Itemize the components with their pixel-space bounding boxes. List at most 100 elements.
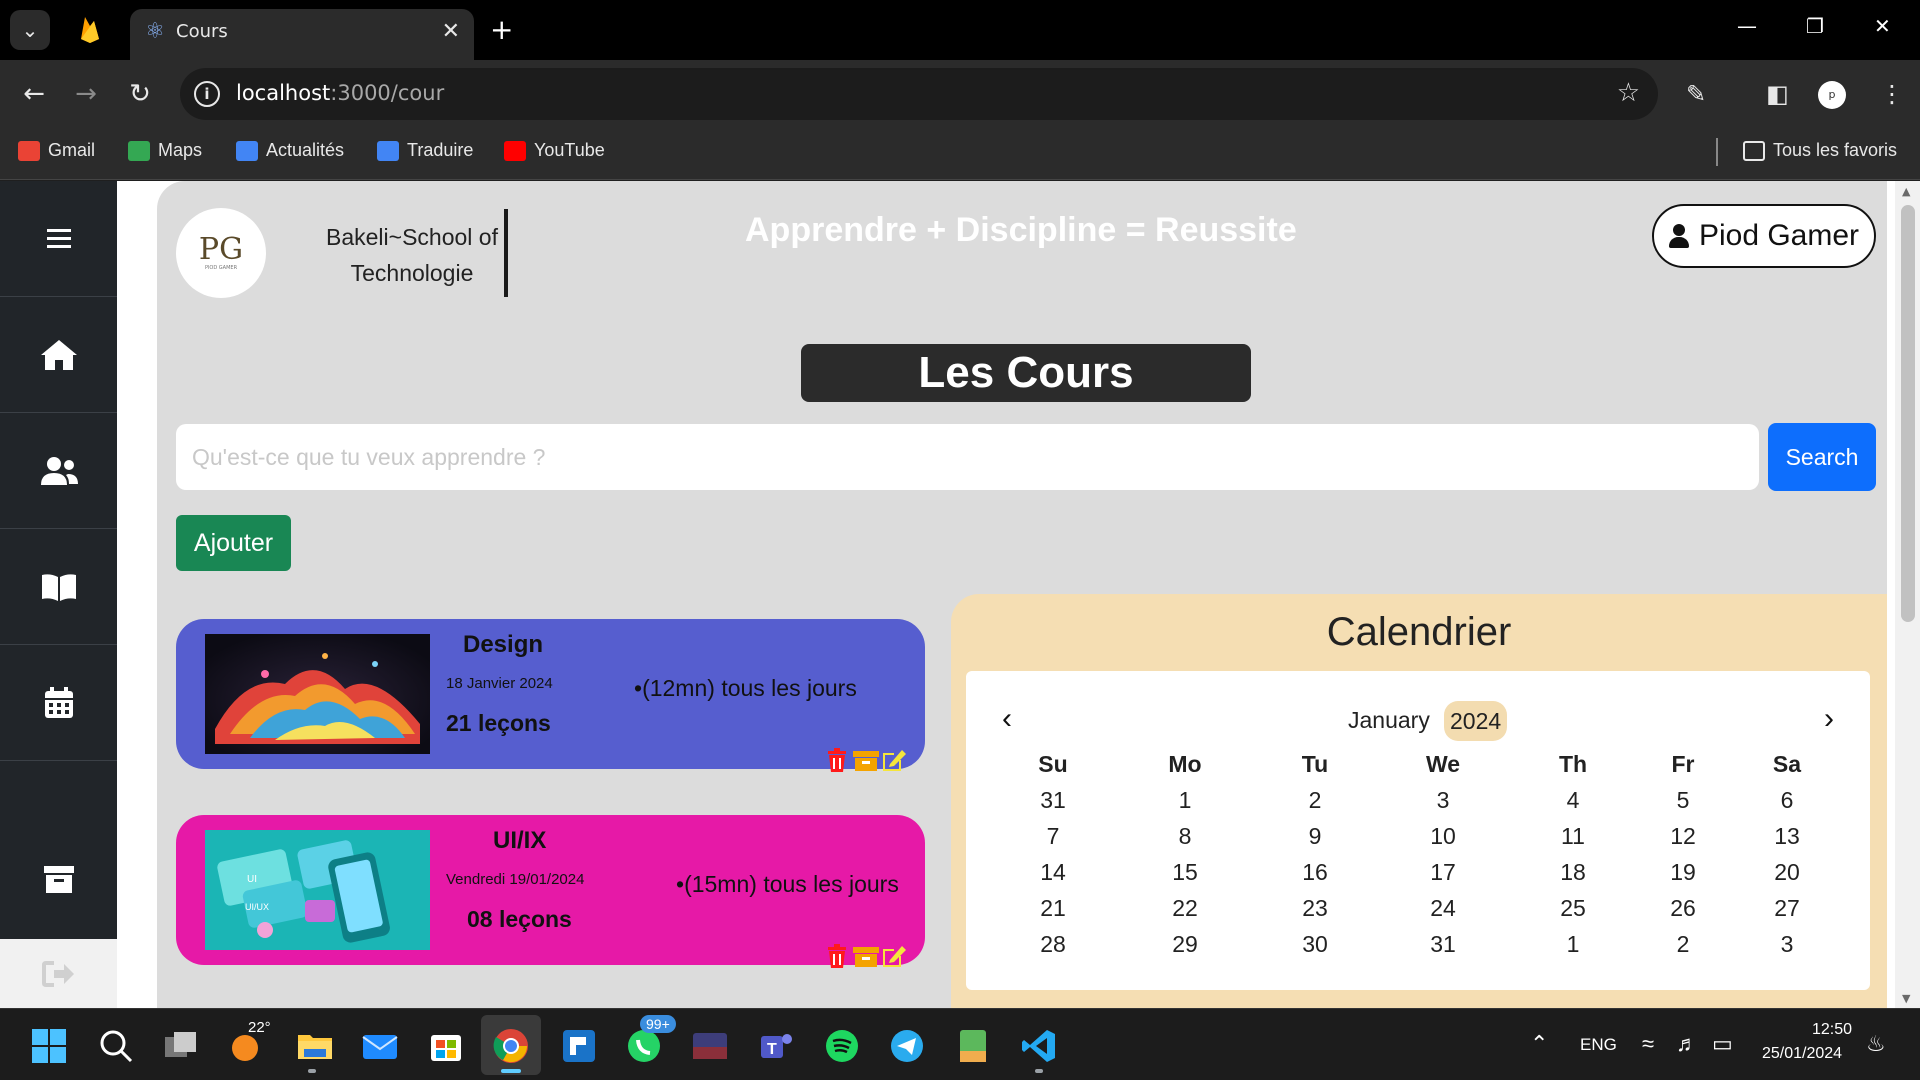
archive-box-icon[interactable] (852, 747, 879, 773)
search-input[interactable] (176, 424, 1759, 490)
calendar-year[interactable]: 2024 (1444, 701, 1508, 741)
more-menu-icon[interactable]: ⋮ (1880, 77, 1904, 111)
show-hidden-icons-icon[interactable]: ⌃ (1530, 1031, 1548, 1057)
calendar-day[interactable]: 12 (1643, 823, 1723, 850)
clock-time[interactable]: 12:50 (1812, 1021, 1852, 1039)
chrome-icon[interactable] (492, 1027, 530, 1065)
calendar-day[interactable]: 20 (1747, 859, 1827, 886)
course-card-uiix[interactable]: UI UI/UX UI/IX Vendredi 19/01/2024 08 le… (176, 815, 925, 968)
teams-icon[interactable]: T (757, 1027, 795, 1065)
calendar-day[interactable]: 4 (1533, 787, 1613, 814)
start-icon[interactable] (30, 1027, 68, 1065)
calendar-day[interactable]: 13 (1747, 823, 1827, 850)
calendar-day[interactable]: 16 (1275, 859, 1355, 886)
task-view-icon[interactable] (162, 1027, 200, 1065)
calendar-month[interactable]: January (1348, 707, 1430, 734)
calendar-day[interactable]: 25 (1533, 895, 1613, 922)
input-language[interactable]: ENG (1580, 1035, 1617, 1055)
calendar-day[interactable]: 2 (1643, 931, 1723, 958)
sidebar-item-menu[interactable] (0, 181, 117, 297)
search-button[interactable]: Search (1768, 423, 1876, 491)
calendar-day[interactable]: 23 (1275, 895, 1355, 922)
bookmark-star-icon[interactable]: ☆ (1617, 78, 1640, 108)
calendar-day[interactable]: 7 (1013, 823, 1093, 850)
calendar-day[interactable]: 10 (1403, 823, 1483, 850)
spotify-icon[interactable] (823, 1027, 861, 1065)
bookmark-actualites[interactable]: Actualités (236, 140, 344, 161)
calendar-day[interactable]: 18 (1533, 859, 1613, 886)
calendar-day[interactable]: 24 (1403, 895, 1483, 922)
file-explorer-icon[interactable] (296, 1027, 334, 1065)
tab-search-button[interactable]: ⌄ (10, 10, 50, 50)
calendar-day[interactable]: 31 (1013, 787, 1093, 814)
all-bookmarks-folder[interactable]: Tous les favoris (1743, 140, 1897, 161)
sidebar-item-logout[interactable] (0, 939, 117, 1008)
scrollbar-thumb[interactable] (1901, 205, 1915, 622)
telegram-icon[interactable] (888, 1027, 926, 1065)
archive-box-icon[interactable] (852, 943, 879, 969)
profile-avatar[interactable]: p (1818, 81, 1846, 109)
extensions-icon[interactable]: ✎ (1686, 77, 1706, 111)
previous-month-icon[interactable]: ‹ (992, 704, 1022, 735)
back-arrow-icon[interactable]: ← (16, 76, 52, 112)
calendar-day[interactable]: 31 (1403, 931, 1483, 958)
user-profile-button[interactable]: Piod Gamer (1652, 204, 1876, 268)
page-scrollbar[interactable]: ▲ ▼ (1895, 181, 1920, 1008)
calendar-day[interactable]: 14 (1013, 859, 1093, 886)
course-card-design[interactable]: Design 18 Janvier 2024 21 leçons •(12mn)… (176, 619, 925, 772)
minimize-icon[interactable]: — (1737, 14, 1757, 38)
close-window-icon[interactable]: ✕ (1874, 14, 1891, 38)
calendar-day[interactable]: 1 (1145, 787, 1225, 814)
sidebar-item-home[interactable] (0, 297, 117, 413)
trash-icon[interactable] (824, 943, 850, 969)
wifi-icon[interactable]: ≈ (1642, 1031, 1654, 1057)
new-tab-button[interactable]: + (490, 12, 513, 48)
calendar-day[interactable]: 30 (1275, 931, 1355, 958)
calendar-day[interactable]: 15 (1145, 859, 1225, 886)
sidebar-item-calendar[interactable] (0, 645, 117, 761)
notes-app-icon[interactable] (954, 1027, 992, 1065)
bookmark-maps[interactable]: Maps (128, 140, 202, 161)
calendar-day[interactable]: 1 (1533, 931, 1613, 958)
calendar-day[interactable]: 21 (1013, 895, 1093, 922)
calendar-day[interactable]: 28 (1013, 931, 1093, 958)
scroll-up-icon[interactable]: ▲ (1902, 185, 1910, 198)
bookmark-traduire[interactable]: Traduire (377, 140, 473, 161)
microsoft-store-icon[interactable] (427, 1027, 465, 1065)
close-tab-icon[interactable]: ✕ (442, 19, 460, 44)
calendar-day[interactable]: 11 (1533, 823, 1613, 850)
calendar-day[interactable]: 3 (1403, 787, 1483, 814)
game-icon[interactable] (691, 1027, 729, 1065)
bookmark-youtube[interactable]: YouTube (504, 140, 605, 161)
calendar-day[interactable]: 9 (1275, 823, 1355, 850)
bookmark-gmail[interactable]: Gmail (18, 140, 95, 161)
edit-icon[interactable] (880, 747, 906, 773)
sidebar-item-users[interactable] (0, 413, 117, 529)
calendar-day[interactable]: 26 (1643, 895, 1723, 922)
search-icon[interactable] (97, 1027, 135, 1065)
restore-icon[interactable]: ❐ (1806, 14, 1824, 38)
notification-bell-icon[interactable]: ♨ (1866, 1031, 1886, 1057)
pinned-tab[interactable] (75, 14, 105, 44)
tab-cours[interactable]: ⚛ Cours ✕ (130, 9, 474, 60)
calendar-day[interactable]: 8 (1145, 823, 1225, 850)
calendar-day[interactable]: 5 (1643, 787, 1723, 814)
calendar-day[interactable]: 29 (1145, 931, 1225, 958)
remote-app-icon[interactable] (560, 1027, 598, 1065)
next-month-icon[interactable]: › (1814, 704, 1844, 735)
scroll-down-icon[interactable]: ▼ (1902, 992, 1910, 1005)
reload-icon[interactable]: ↻ (122, 76, 158, 112)
calendar-day[interactable]: 22 (1145, 895, 1225, 922)
calendar-day[interactable]: 3 (1747, 931, 1827, 958)
forward-arrow-icon[interactable]: → (68, 76, 104, 112)
calendar-day[interactable]: 19 (1643, 859, 1723, 886)
side-panel-icon[interactable]: ◧ (1766, 77, 1789, 111)
address-bar[interactable]: i localhost:3000/cour ☆ (180, 68, 1658, 120)
calendar-day[interactable]: 27 (1747, 895, 1827, 922)
mail-icon[interactable] (361, 1027, 399, 1065)
calendar-day[interactable]: 17 (1403, 859, 1483, 886)
volume-icon[interactable]: ♬ (1676, 1031, 1698, 1057)
clock-date[interactable]: 25/01/2024 (1762, 1045, 1842, 1063)
sidebar-item-archive[interactable] (0, 821, 117, 937)
edit-icon[interactable] (880, 943, 906, 969)
